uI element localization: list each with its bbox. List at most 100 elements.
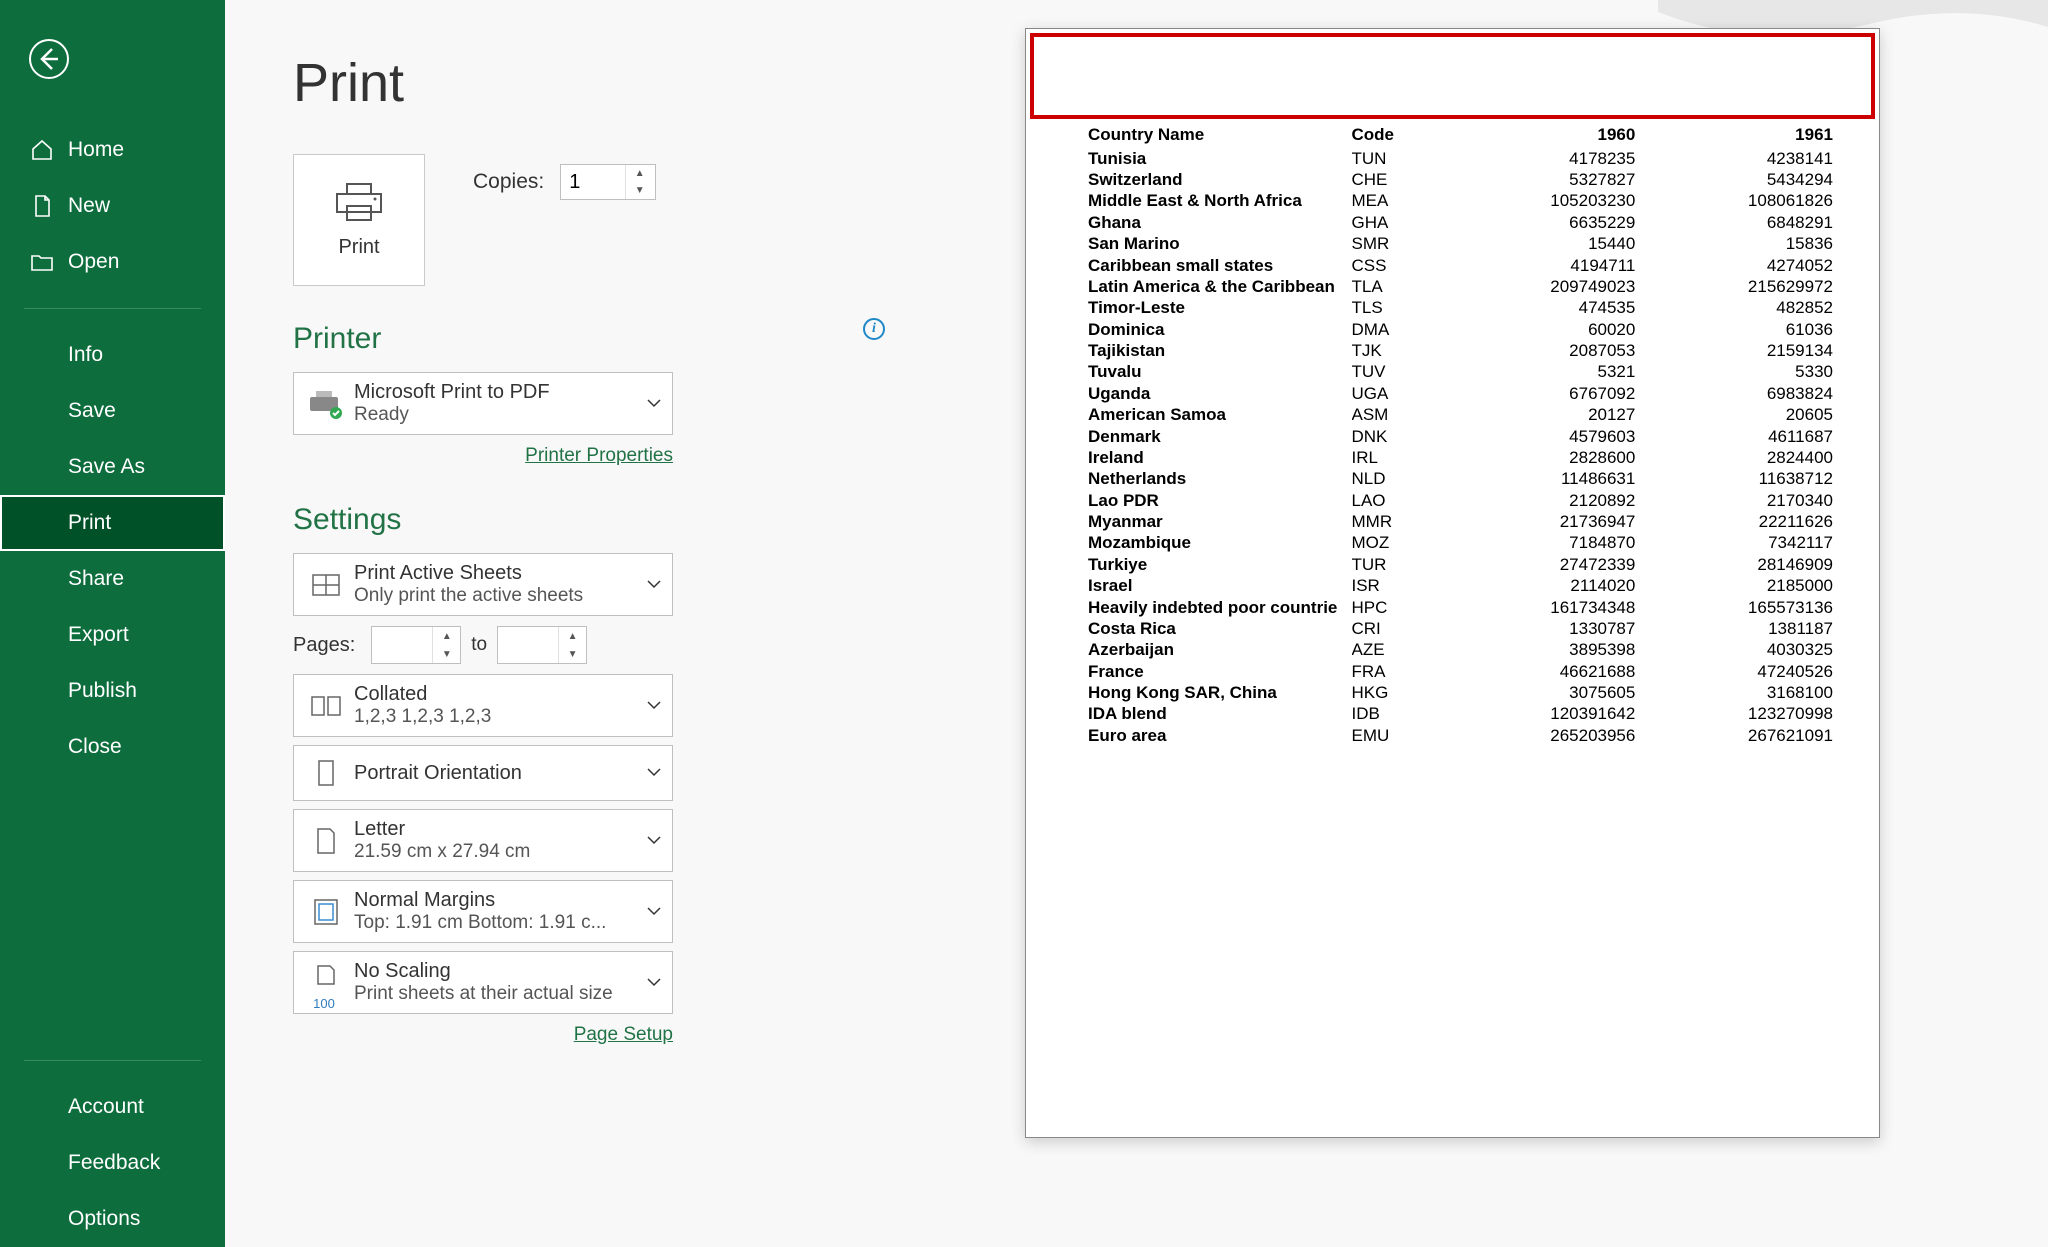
cell-1961: 47240526: [1641, 661, 1839, 682]
sidebar-item-account[interactable]: Account: [0, 1079, 225, 1135]
cell-code: IRL: [1352, 447, 1444, 468]
cell-country-name: American Samoa: [1088, 405, 1352, 426]
sidebar-divider: [24, 1060, 201, 1061]
cell-country-name: Lao PDR: [1088, 490, 1352, 511]
spin-down-icon[interactable]: ▼: [433, 645, 460, 663]
copies-input[interactable]: [561, 165, 625, 199]
sidebar-item-open[interactable]: Open: [0, 234, 225, 290]
cell-1961: 2185000: [1641, 576, 1839, 597]
cell-1961: 4238141: [1641, 148, 1839, 169]
print-button[interactable]: Print: [293, 154, 425, 286]
print-settings-column: Print Print Copies: ▲ ▼: [225, 0, 925, 1247]
cell-country-name: Mozambique: [1088, 533, 1352, 554]
copies-spin-up[interactable]: ▲: [626, 165, 653, 182]
cell-code: MEA: [1352, 191, 1444, 212]
table-row: IsraelISR21140202185000: [1088, 576, 1839, 597]
sidebar-item-export[interactable]: Export: [0, 607, 225, 663]
page-setup-link[interactable]: Page Setup: [574, 1024, 673, 1045]
paper-line1: Letter: [354, 818, 646, 841]
sidebar-item-new[interactable]: New: [0, 178, 225, 234]
pages-from-input[interactable]: [372, 627, 432, 663]
pages-to-input[interactable]: [498, 627, 558, 663]
pages-from-spinner[interactable]: ▲▼: [371, 626, 461, 664]
cell-1961: 6983824: [1641, 383, 1839, 404]
chevron-down-icon: [646, 697, 662, 715]
cell-code: AZE: [1352, 640, 1444, 661]
chevron-down-icon: [646, 395, 662, 413]
sidebar-item-share[interactable]: Share: [0, 551, 225, 607]
cell-code: ISR: [1352, 576, 1444, 597]
cell-country-name: Latin America & the Caribbean: [1088, 276, 1352, 297]
printer-info-icon[interactable]: i: [863, 318, 885, 340]
cell-1961: 2170340: [1641, 490, 1839, 511]
sidebar-item-close[interactable]: Close: [0, 719, 225, 775]
cell-1960: 5321: [1444, 362, 1642, 383]
back-button[interactable]: [28, 38, 70, 80]
table-row: DenmarkDNK45796034611687: [1088, 426, 1839, 447]
chevron-down-icon: [646, 974, 662, 992]
main-content: Print Print Copies: ▲ ▼: [225, 0, 2048, 1247]
copies-label: Copies:: [473, 170, 544, 194]
cell-country-name: Turkiye: [1088, 554, 1352, 575]
cell-1960: 120391642: [1444, 704, 1642, 725]
print-what-dropdown[interactable]: Print Active Sheets Only print the activ…: [293, 553, 673, 616]
cell-1960: 6767092: [1444, 383, 1642, 404]
cell-1961: 2824400: [1641, 447, 1839, 468]
cell-country-name: Caribbean small states: [1088, 255, 1352, 276]
cell-1961: 215629972: [1641, 276, 1839, 297]
table-row: TajikistanTJK20870532159134: [1088, 340, 1839, 361]
cell-country-name: Tajikistan: [1088, 340, 1352, 361]
orientation-dropdown[interactable]: Portrait Orientation: [293, 745, 673, 801]
spin-up-icon[interactable]: ▲: [559, 627, 586, 645]
spin-down-icon[interactable]: ▼: [559, 645, 586, 663]
cell-code: HKG: [1352, 682, 1444, 703]
header-highlight-box: [1030, 33, 1875, 119]
cell-code: GHA: [1352, 212, 1444, 233]
sidebar-item-save-as[interactable]: Save As: [0, 439, 225, 495]
table-row: SwitzerlandCHE53278275434294: [1088, 169, 1839, 190]
cell-1960: 265203956: [1444, 725, 1642, 746]
cell-1961: 108061826: [1641, 191, 1839, 212]
sidebar-item-info[interactable]: Info: [0, 327, 225, 383]
cell-1961: 6848291: [1641, 212, 1839, 233]
sidebar-item-options[interactable]: Options: [0, 1191, 225, 1247]
cell-1960: 11486631: [1444, 469, 1642, 490]
cell-code: IDB: [1352, 704, 1444, 725]
sidebar-item-label: Share: [68, 567, 124, 591]
spin-up-icon[interactable]: ▲: [433, 627, 460, 645]
collation-dropdown[interactable]: Collated 1,2,3 1,2,3 1,2,3: [293, 674, 673, 737]
home-icon: [30, 138, 54, 162]
sidebar-item-label: Info: [68, 343, 103, 367]
cell-1960: 2120892: [1444, 490, 1642, 511]
sidebar-item-print[interactable]: Print: [0, 495, 225, 551]
cell-country-name: Tunisia: [1088, 148, 1352, 169]
backstage-sidebar: Home New Open Info Save Save As Print Sh…: [0, 0, 225, 1247]
scaling-badge: 100: [313, 996, 335, 1011]
arrow-left-circle-icon: [28, 38, 70, 80]
table-row: TurkiyeTUR2747233928146909: [1088, 554, 1839, 575]
pages-to-label: to: [471, 634, 487, 656]
cell-code: TLS: [1352, 298, 1444, 319]
copies-spinner[interactable]: ▲ ▼: [560, 164, 656, 200]
table-row: TuvaluTUV53215330: [1088, 362, 1839, 383]
scaling-dropdown[interactable]: 100 No Scaling Print sheets at their act…: [293, 951, 673, 1014]
sidebar-item-home[interactable]: Home: [0, 122, 225, 178]
chevron-down-icon: [646, 903, 662, 921]
printer-dropdown[interactable]: Microsoft Print to PDF Ready: [293, 372, 673, 435]
sidebar-item-publish[interactable]: Publish: [0, 663, 225, 719]
margins-dropdown[interactable]: Normal Margins Top: 1.91 cm Bottom: 1.91…: [293, 880, 673, 943]
paper-size-dropdown[interactable]: Letter 21.59 cm x 27.94 cm: [293, 809, 673, 872]
preview-page: Country Name Code 1960 1961 TunisiaTUN41…: [1025, 28, 1880, 1138]
table-row: TunisiaTUN41782354238141: [1088, 148, 1839, 169]
sidebar-item-save[interactable]: Save: [0, 383, 225, 439]
print-what-line1: Print Active Sheets: [354, 562, 646, 585]
pages-to-spinner[interactable]: ▲▼: [497, 626, 587, 664]
copies-spin-down[interactable]: ▼: [626, 182, 653, 199]
sidebar-item-feedback[interactable]: Feedback: [0, 1135, 225, 1191]
printer-properties-link[interactable]: Printer Properties: [525, 445, 673, 466]
sidebar-item-label: Export: [68, 623, 129, 647]
sidebar-item-label: Save As: [68, 455, 145, 479]
cell-1960: 20127: [1444, 405, 1642, 426]
cell-1960: 4178235: [1444, 148, 1642, 169]
cell-1961: 3168100: [1641, 682, 1839, 703]
